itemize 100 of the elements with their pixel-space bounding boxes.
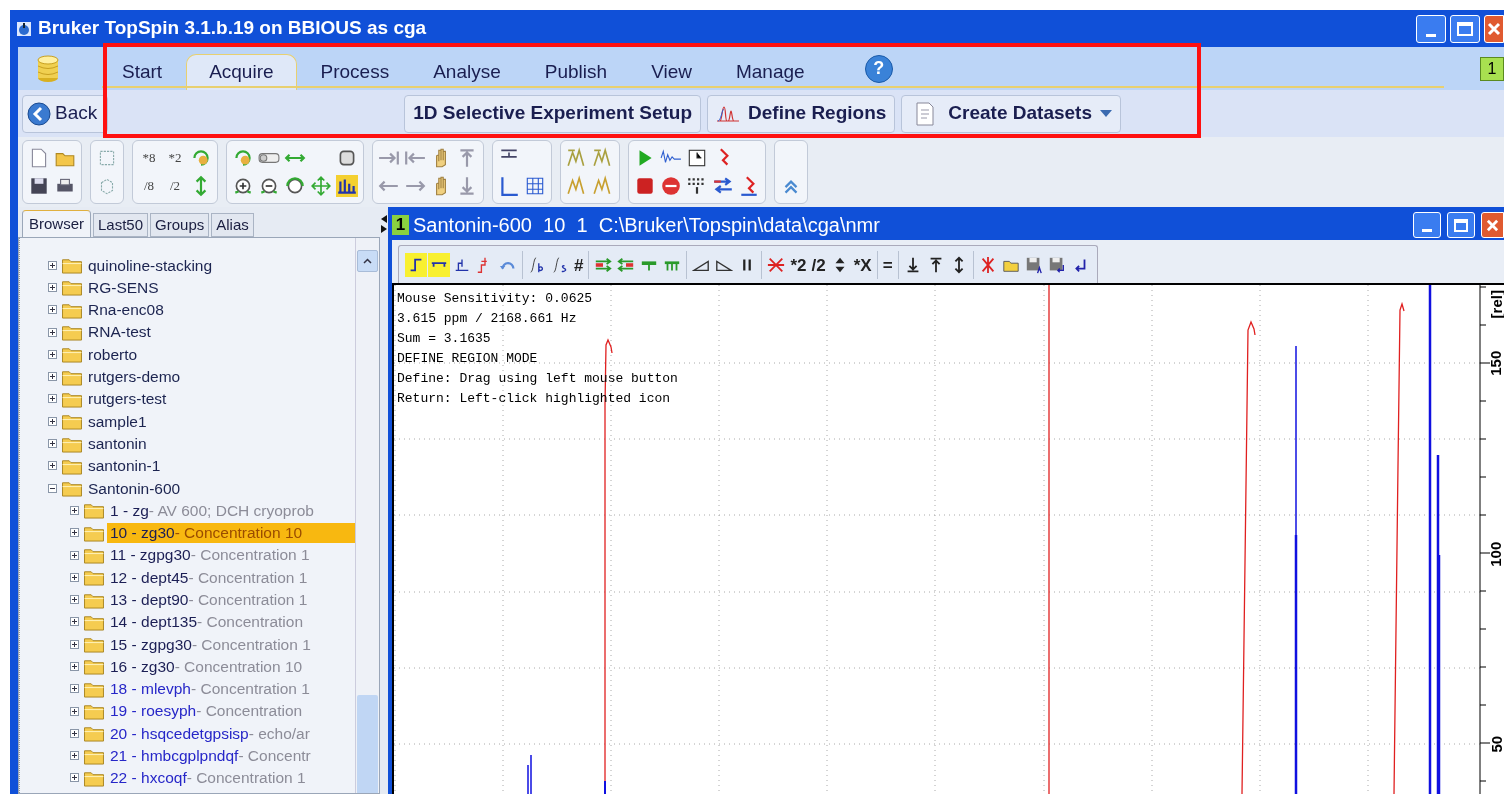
grid-icon[interactable] xyxy=(524,175,546,197)
tree-item[interactable]: 12 - dept45- Concentration 1 xyxy=(107,567,355,588)
browser-tab[interactable]: Last50 xyxy=(93,213,149,237)
menu-tab[interactable]: Manage xyxy=(715,54,825,90)
stop-sign-icon[interactable] xyxy=(660,175,682,197)
tree-item[interactable]: RG-SENS xyxy=(88,275,159,300)
expand-icon[interactable] xyxy=(48,349,57,359)
close-button[interactable] xyxy=(1484,14,1504,43)
zoom-factor-button[interactable]: /8 xyxy=(138,175,160,197)
tree-item[interactable]: 18 - mlevph- Concentration 1 xyxy=(107,678,355,699)
action-button[interactable]: 1D Selective Experiment Setup xyxy=(404,94,702,133)
tree-item[interactable]: roberto xyxy=(88,342,138,366)
expand-icon[interactable] xyxy=(70,505,79,515)
menu-tab[interactable]: Analyse xyxy=(413,54,521,90)
zoom-factor-button[interactable]: *2 xyxy=(164,147,186,169)
expand-icon[interactable] xyxy=(70,572,79,582)
expand-icon[interactable] xyxy=(48,416,57,426)
app-icon xyxy=(16,20,32,37)
tree-item[interactable]: santonin xyxy=(88,431,147,456)
action-button[interactable]: Define Regions xyxy=(707,94,896,133)
expand-icon[interactable] xyxy=(70,728,79,738)
tree-item[interactable]: quinoline-stacking xyxy=(88,253,213,277)
tree-item[interactable]: 15 - zgpg30- Concentration 1 xyxy=(107,634,355,655)
window-number-badge[interactable]: 1 xyxy=(1480,57,1504,81)
zoom-factor-button[interactable]: /2 xyxy=(164,175,186,197)
plot-tool-button[interactable]: *X xyxy=(851,252,874,277)
expand-icon[interactable] xyxy=(48,439,57,448)
browser-tab[interactable]: Alias xyxy=(211,213,254,237)
axis-icon[interactable] xyxy=(498,175,520,197)
expand-icon[interactable] xyxy=(70,662,79,671)
folder-icon xyxy=(61,256,83,275)
menu-tab[interactable]: View xyxy=(631,54,712,90)
expand-icon[interactable] xyxy=(48,327,57,337)
tree-item[interactable]: 13 - dept90- Concentration 1 xyxy=(107,589,355,610)
tree-item[interactable]: sample1 xyxy=(88,409,147,433)
zoom-factor-button[interactable]: *8 xyxy=(138,147,160,169)
tree-item[interactable]: RNA-test xyxy=(88,320,151,344)
close-button[interactable] xyxy=(1481,212,1504,238)
back-button[interactable]: Back xyxy=(22,94,109,133)
expand-icon[interactable] xyxy=(70,528,79,538)
scrollbar[interactable] xyxy=(355,238,379,793)
tree-item[interactable]: 11 - zgpg30- Concentration 1 xyxy=(107,545,355,565)
expand-icon[interactable] xyxy=(70,639,79,649)
collapse-icon[interactable] xyxy=(48,483,57,493)
folder-icon xyxy=(83,657,105,676)
tree-item[interactable]: 19 - roesyph- Concentration xyxy=(107,701,355,722)
expand-icon[interactable] xyxy=(70,550,79,560)
expand-icon[interactable] xyxy=(70,706,79,716)
minimize-button[interactable] xyxy=(1416,14,1446,43)
status-text: Mouse Sensitivity: 0.0625 xyxy=(397,290,594,308)
save-icon[interactable] xyxy=(28,175,50,197)
menu-tab[interactable]: Start xyxy=(102,54,183,90)
expand-icon[interactable] xyxy=(70,617,79,627)
maximize-button[interactable] xyxy=(1450,14,1480,43)
expand-icon[interactable] xyxy=(70,773,79,783)
tree-item[interactable]: 1 - zg- AV 600; DCH cryoprob xyxy=(107,500,355,521)
tree-item[interactable]: Santonin-600 xyxy=(88,476,181,500)
plot-tool-button[interactable]: = xyxy=(880,252,895,277)
menu-tab[interactable]: Acquire xyxy=(186,54,297,90)
minimize-button[interactable] xyxy=(1413,212,1441,238)
plot-tool-button[interactable]: /2 xyxy=(809,252,828,277)
expand-icon[interactable] xyxy=(70,595,79,605)
tree-item[interactable]: rutgers-demo xyxy=(88,365,181,389)
window-icon[interactable] xyxy=(686,147,708,169)
tree-item[interactable]: Rna-enc08 xyxy=(88,298,164,322)
tree-item[interactable]: 20 - hsqcedetgpsisp- echo/ar xyxy=(107,723,355,744)
expand-icon[interactable] xyxy=(48,260,57,270)
folder-icon xyxy=(83,568,105,587)
tree-item[interactable]: 10 - zg30- Concentration 10 xyxy=(107,522,355,543)
browser-tab[interactable]: Groups xyxy=(150,213,210,237)
expand-icon[interactable] xyxy=(70,684,79,694)
expand-icon[interactable] xyxy=(48,372,57,382)
scroll-up-button[interactable] xyxy=(357,250,378,272)
bracket-icon[interactable] xyxy=(428,252,450,277)
plot-tool-button[interactable]: *2 xyxy=(788,252,809,277)
expand-icon[interactable] xyxy=(70,751,79,761)
menu-tab[interactable]: Publish xyxy=(524,54,628,90)
axis-tick-label: 150 xyxy=(1486,350,1504,376)
rotate-icon[interactable] xyxy=(190,147,212,169)
rotate-icon[interactable] xyxy=(232,147,254,169)
tree-item[interactable]: rutgers-test xyxy=(88,387,167,411)
browser-tab[interactable]: Browser xyxy=(22,210,91,237)
stop-icon[interactable] xyxy=(634,175,656,197)
expand-icon[interactable] xyxy=(48,282,57,292)
tree-item[interactable]: 21 - hmbcgplpndqf- Concentr xyxy=(107,745,355,766)
help-button[interactable]: ? xyxy=(864,54,893,83)
menu-tab[interactable]: Process xyxy=(300,54,410,90)
expand-icon[interactable] xyxy=(48,305,57,315)
tree-item[interactable]: 22 - hxcoqf- Concentration 1 xyxy=(107,767,355,788)
plot-tool-button[interactable]: # xyxy=(572,252,586,277)
scroll-thumb[interactable] xyxy=(357,695,378,793)
tree-item[interactable]: 14 - dept135- Concentration xyxy=(107,611,355,632)
tree-item[interactable]: santonin-1 xyxy=(88,454,161,478)
splitter-arrows-icon[interactable] xyxy=(381,215,387,233)
tree-item[interactable]: 16 - zg30- Concentration 10 xyxy=(107,656,355,677)
expand-icon[interactable] xyxy=(48,461,57,471)
bar-chart-icon[interactable] xyxy=(336,175,358,197)
expand-icon[interactable] xyxy=(48,394,57,404)
action-button[interactable]: Create Datasets xyxy=(901,94,1121,133)
maximize-button[interactable] xyxy=(1447,212,1475,238)
